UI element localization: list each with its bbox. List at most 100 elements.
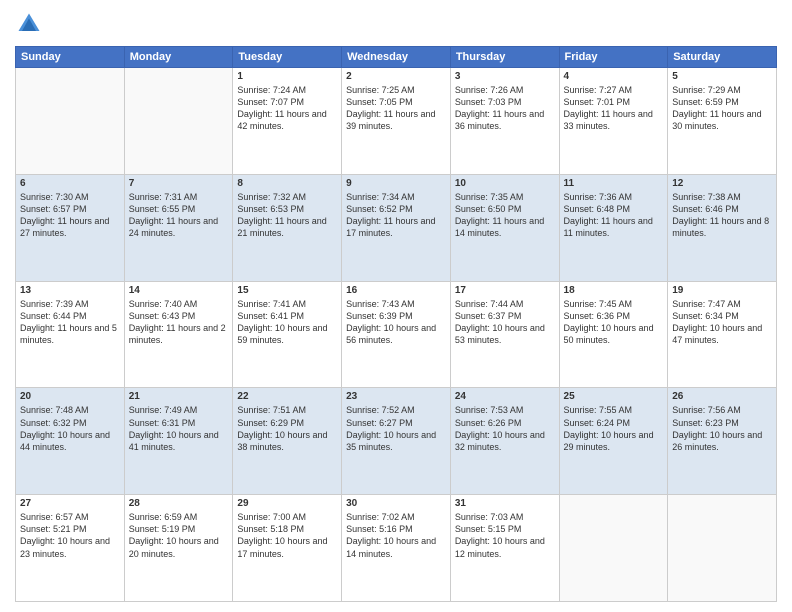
cell-content: Sunrise: 7:31 AM Sunset: 6:55 PM Dayligh… (129, 191, 229, 240)
calendar-cell: 9 Sunrise: 7:34 AM Sunset: 6:52 PM Daylig… (342, 174, 451, 281)
cell-content: Sunrise: 7:39 AM Sunset: 6:44 PM Dayligh… (20, 298, 120, 347)
cell-content: Sunrise: 7:34 AM Sunset: 6:52 PM Dayligh… (346, 191, 446, 240)
calendar-cell: 28 Sunrise: 6:59 AM Sunset: 5:19 PM Dayli… (124, 495, 233, 602)
calendar-cell: 20Sunrise: 7:48 AM Sunset: 6:32 PM Dayli… (16, 388, 125, 495)
weekday-header-monday: Monday (124, 47, 233, 68)
day-number: 6 (20, 178, 120, 189)
cell-content: Sunrise: 7:40 AM Sunset: 6:43 PM Dayligh… (129, 298, 229, 347)
cell-content: Sunrise: 7:49 AM Sunset: 6:31 PM Dayligh… (129, 404, 229, 453)
day-number: 8 (237, 178, 337, 189)
day-number: 24 (455, 391, 555, 402)
day-number: 16 (346, 285, 446, 296)
cell-content: Sunrise: 7:00 AM Sunset: 5:18 PM Dayligh… (237, 511, 337, 560)
calendar-cell: 2 Sunrise: 7:25 AM Sunset: 7:05 PM Daylig… (342, 68, 451, 175)
calendar-cell: 24 Sunrise: 7:53 AM Sunset: 6:26 PM Dayli… (450, 388, 559, 495)
calendar-week-2: 6 Sunrise: 7:30 AM Sunset: 6:57 PM Daylig… (16, 174, 777, 281)
calendar-cell (668, 495, 777, 602)
day-number: 3 (455, 71, 555, 82)
day-number: 17 (455, 285, 555, 296)
calendar-cell: 14Sunrise: 7:40 AM Sunset: 6:43 PM Dayli… (124, 281, 233, 388)
cell-content: Sunrise: 7:48 AM Sunset: 6:32 PM Dayligh… (20, 404, 120, 453)
cell-content: Sunrise: 7:26 AM Sunset: 7:03 PM Dayligh… (455, 84, 555, 133)
cell-content: Sunrise: 7:35 AM Sunset: 6:50 PM Dayligh… (455, 191, 555, 240)
weekday-header-tuesday: Tuesday (233, 47, 342, 68)
day-number: 11 (564, 178, 664, 189)
day-number: 13 (20, 285, 120, 296)
cell-content: Sunrise: 7:24 AM Sunset: 7:07 PM Dayligh… (237, 84, 337, 133)
cell-content: Sunrise: 7:25 AM Sunset: 7:05 PM Dayligh… (346, 84, 446, 133)
header (15, 10, 777, 38)
cell-content: Sunrise: 7:45 AM Sunset: 6:36 PM Dayligh… (564, 298, 664, 347)
day-number: 22 (237, 391, 337, 402)
cell-content: Sunrise: 7:44 AM Sunset: 6:37 PM Dayligh… (455, 298, 555, 347)
calendar-cell: 12 Sunrise: 7:38 AM Sunset: 6:46 PM Dayli… (668, 174, 777, 281)
calendar-cell: 18 Sunrise: 7:45 AM Sunset: 6:36 PM Dayli… (559, 281, 668, 388)
calendar-cell: 6 Sunrise: 7:30 AM Sunset: 6:57 PM Daylig… (16, 174, 125, 281)
day-number: 4 (564, 71, 664, 82)
cell-content: Sunrise: 7:03 AM Sunset: 5:15 PM Dayligh… (455, 511, 555, 560)
day-number: 31 (455, 498, 555, 509)
cell-content: Sunrise: 6:59 AM Sunset: 5:19 PM Dayligh… (129, 511, 229, 560)
calendar-cell: 5Sunrise: 7:29 AM Sunset: 6:59 PM Daylig… (668, 68, 777, 175)
cell-content: Sunrise: 7:29 AM Sunset: 6:59 PM Dayligh… (672, 84, 772, 133)
calendar-week-1: 1 Sunrise: 7:24 AM Sunset: 7:07 PM Daylig… (16, 68, 777, 175)
day-number: 27 (20, 498, 120, 509)
calendar-cell: 19Sunrise: 7:47 AM Sunset: 6:34 PM Dayli… (668, 281, 777, 388)
calendar-cell (16, 68, 125, 175)
calendar-cell: 11 Sunrise: 7:36 AM Sunset: 6:48 PM Dayli… (559, 174, 668, 281)
cell-content: Sunrise: 7:02 AM Sunset: 5:16 PM Dayligh… (346, 511, 446, 560)
calendar-cell: 8 Sunrise: 7:32 AM Sunset: 6:53 PM Daylig… (233, 174, 342, 281)
cell-content: Sunrise: 7:51 AM Sunset: 6:29 PM Dayligh… (237, 404, 337, 453)
cell-content: Sunrise: 7:56 AM Sunset: 6:23 PM Dayligh… (672, 404, 772, 453)
cell-content: Sunrise: 7:47 AM Sunset: 6:34 PM Dayligh… (672, 298, 772, 347)
day-number: 23 (346, 391, 446, 402)
calendar-cell: 4 Sunrise: 7:27 AM Sunset: 7:01 PM Daylig… (559, 68, 668, 175)
calendar-cell: 13 Sunrise: 7:39 AM Sunset: 6:44 PM Dayli… (16, 281, 125, 388)
page: SundayMondayTuesdayWednesdayThursdayFrid… (0, 0, 792, 612)
day-number: 15 (237, 285, 337, 296)
calendar-week-4: 20Sunrise: 7:48 AM Sunset: 6:32 PM Dayli… (16, 388, 777, 495)
calendar-cell: 21 Sunrise: 7:49 AM Sunset: 6:31 PM Dayli… (124, 388, 233, 495)
day-number: 18 (564, 285, 664, 296)
day-number: 21 (129, 391, 229, 402)
calendar-week-3: 13 Sunrise: 7:39 AM Sunset: 6:44 PM Dayli… (16, 281, 777, 388)
day-number: 28 (129, 498, 229, 509)
day-number: 7 (129, 178, 229, 189)
weekday-header-row: SundayMondayTuesdayWednesdayThursdayFrid… (16, 47, 777, 68)
cell-content: Sunrise: 7:55 AM Sunset: 6:24 PM Dayligh… (564, 404, 664, 453)
calendar-cell (559, 495, 668, 602)
cell-content: Sunrise: 7:32 AM Sunset: 6:53 PM Dayligh… (237, 191, 337, 240)
cell-content: Sunrise: 7:52 AM Sunset: 6:27 PM Dayligh… (346, 404, 446, 453)
calendar-cell: 29Sunrise: 7:00 AM Sunset: 5:18 PM Dayli… (233, 495, 342, 602)
cell-content: Sunrise: 7:41 AM Sunset: 6:41 PM Dayligh… (237, 298, 337, 347)
calendar-cell: 17 Sunrise: 7:44 AM Sunset: 6:37 PM Dayli… (450, 281, 559, 388)
calendar-cell: 25 Sunrise: 7:55 AM Sunset: 6:24 PM Dayli… (559, 388, 668, 495)
calendar-cell: 22 Sunrise: 7:51 AM Sunset: 6:29 PM Dayli… (233, 388, 342, 495)
day-number: 12 (672, 178, 772, 189)
cell-content: Sunrise: 7:36 AM Sunset: 6:48 PM Dayligh… (564, 191, 664, 240)
weekday-header-sunday: Sunday (16, 47, 125, 68)
calendar-cell: 16 Sunrise: 7:43 AM Sunset: 6:39 PM Dayli… (342, 281, 451, 388)
weekday-header-friday: Friday (559, 47, 668, 68)
calendar-cell: 3 Sunrise: 7:26 AM Sunset: 7:03 PM Daylig… (450, 68, 559, 175)
day-number: 25 (564, 391, 664, 402)
cell-content: Sunrise: 7:38 AM Sunset: 6:46 PM Dayligh… (672, 191, 772, 240)
calendar-cell: 15 Sunrise: 7:41 AM Sunset: 6:41 PM Dayli… (233, 281, 342, 388)
cell-content: Sunrise: 7:53 AM Sunset: 6:26 PM Dayligh… (455, 404, 555, 453)
cell-content: Sunrise: 7:27 AM Sunset: 7:01 PM Dayligh… (564, 84, 664, 133)
calendar-cell: 1 Sunrise: 7:24 AM Sunset: 7:07 PM Daylig… (233, 68, 342, 175)
calendar-cell: 30Sunrise: 7:02 AM Sunset: 5:16 PM Dayli… (342, 495, 451, 602)
weekday-header-thursday: Thursday (450, 47, 559, 68)
cell-content: Sunrise: 6:57 AM Sunset: 5:21 PM Dayligh… (20, 511, 120, 560)
day-number: 10 (455, 178, 555, 189)
cell-content: Sunrise: 7:30 AM Sunset: 6:57 PM Dayligh… (20, 191, 120, 240)
logo (15, 10, 47, 38)
logo-icon (15, 10, 43, 38)
calendar-cell (124, 68, 233, 175)
cell-content: Sunrise: 7:43 AM Sunset: 6:39 PM Dayligh… (346, 298, 446, 347)
calendar-table: SundayMondayTuesdayWednesdayThursdayFrid… (15, 46, 777, 602)
calendar-cell: 10 Sunrise: 7:35 AM Sunset: 6:50 PM Dayli… (450, 174, 559, 281)
day-number: 2 (346, 71, 446, 82)
day-number: 1 (237, 71, 337, 82)
day-number: 9 (346, 178, 446, 189)
